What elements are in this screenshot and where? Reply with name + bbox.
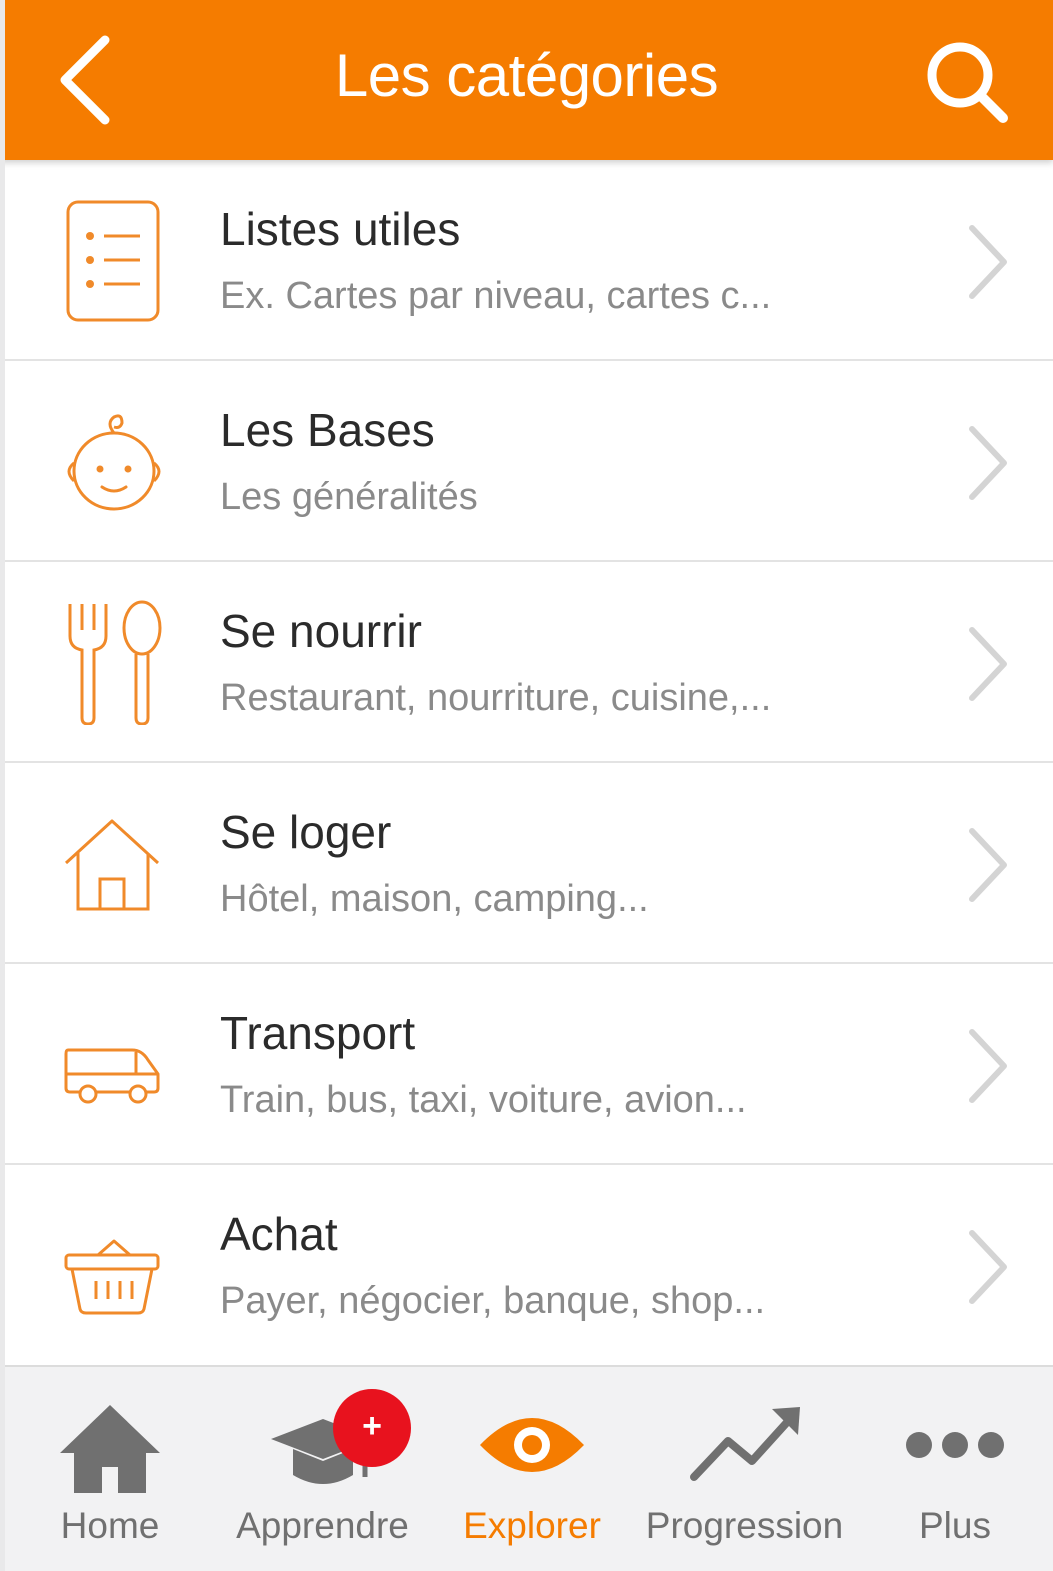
category-row-listes-utiles[interactable]: Listes utiles Ex. Cartes par niveau, car… [0,160,1053,361]
app-screen: Les catégories Listes utiles Ex. Cartes … [0,0,1053,1571]
category-title: Se nourrir [220,605,422,657]
home-icon [60,1405,160,1493]
category-list: Listes utiles Ex. Cartes par niveau, car… [0,160,1053,1366]
category-row-se-nourrir[interactable]: Se nourrir Restaurant, nourriture, cuisi… [0,562,1053,763]
tab-label: Apprendre [236,1505,409,1546]
header-bar: Les catégories [0,0,1053,160]
house-icon [64,819,160,911]
tab-explorer[interactable]: Explorer [432,1367,632,1571]
chevron-right-icon [969,828,1007,902]
category-subtitle: Hôtel, maison, camping... [220,878,649,920]
search-icon [927,42,1008,123]
eye-icon [480,1418,584,1472]
bottom-tab-bar: Home + Apprendre Explorer Progression Pl… [0,1365,1053,1571]
chevron-right-icon [969,1029,1007,1103]
tab-home[interactable]: Home [10,1367,210,1571]
chevron-right-icon [969,627,1007,701]
tab-label: Explorer [463,1505,601,1546]
chevron-right-icon [969,225,1007,299]
baby-face-icon [67,414,161,511]
fork-spoon-icon [68,600,162,725]
category-row-les-bases[interactable]: Les Bases Les généralités [0,361,1053,562]
category-subtitle: Payer, négocier, banque, shop... [220,1280,766,1322]
category-subtitle: Train, bus, taxi, voiture, avion... [220,1079,747,1121]
tab-label: Progression [645,1505,844,1546]
tab-plus[interactable]: Plus [857,1367,1053,1571]
checklist-icon [66,200,160,322]
category-row-se-loger[interactable]: Se loger Hôtel, maison, camping... [0,763,1053,964]
search-button[interactable] [915,33,1025,133]
tab-apprendre[interactable]: + Apprendre [215,1367,430,1571]
category-title: Les Bases [220,404,435,456]
tab-label: Home [60,1505,160,1546]
category-row-transport[interactable]: Transport Train, bus, taxi, voiture, avi… [0,964,1053,1165]
page-title: Les catégories [334,42,719,109]
category-title: Transport [220,1007,416,1059]
category-title: Achat [220,1208,338,1260]
category-subtitle: Restaurant, nourriture, cuisine,... [220,677,772,719]
chevron-right-icon [969,1230,1007,1304]
tab-label: Plus [919,1505,991,1546]
trending-up-icon [690,1407,800,1481]
notification-badge: + [333,1389,411,1467]
category-subtitle: Les généralités [220,476,478,518]
van-icon [64,1048,160,1104]
category-subtitle: Ex. Cartes par niveau, cartes c... [220,275,772,317]
chevron-right-icon [969,426,1007,500]
more-dots-icon [906,1432,1004,1458]
category-title: Se loger [220,806,392,858]
category-row-achat[interactable]: Achat Payer, négocier, banque, shop... [0,1165,1053,1366]
basket-icon [64,1239,160,1315]
tab-progression[interactable]: Progression [632,1367,857,1571]
category-title: Listes utiles [220,203,461,255]
